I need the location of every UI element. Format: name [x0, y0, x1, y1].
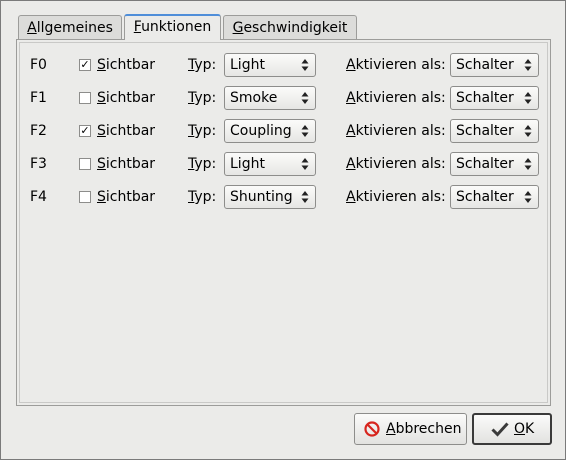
visible-checkbox[interactable]: ✓ — [79, 59, 91, 71]
tab-allgemeines[interactable]: Allgemeines — [18, 15, 122, 39]
updown-arrows-icon — [301, 125, 309, 137]
visible-checkbox[interactable] — [79, 158, 91, 170]
visible-label[interactable]: Sichtbar — [97, 189, 155, 205]
cancel-button[interactable]: Abbrechen — [354, 413, 467, 445]
visible-checkbox[interactable] — [79, 191, 91, 203]
activate-value: Schalter — [456, 123, 514, 139]
updown-arrows-icon — [301, 158, 309, 170]
checkmark-icon: ✓ — [80, 124, 90, 137]
function-id: F4 — [30, 189, 47, 205]
function-id: F2 — [30, 123, 47, 139]
ok-button[interactable]: OK — [472, 413, 552, 445]
type-combobox[interactable]: Smoke — [224, 86, 316, 110]
function-id: F3 — [30, 156, 47, 172]
tab-mnemonic: F — [133, 19, 142, 35]
visible-checkbox[interactable]: ✓ — [79, 125, 91, 137]
function-row-f1: F1 Sichtbar Typ: Smoke Aktivieren als: S… — [1, 86, 566, 112]
checkmark-icon: ✓ — [80, 58, 90, 71]
activate-value: Schalter — [456, 90, 514, 106]
activate-label: Aktivieren als: — [346, 189, 446, 205]
type-label: Typ: — [188, 57, 217, 73]
activate-combobox[interactable]: Schalter — [450, 86, 539, 110]
function-row-f2: F2 ✓ Sichtbar Typ: Coupling Aktivieren a… — [1, 119, 566, 145]
visible-label[interactable]: Sichtbar — [97, 90, 155, 106]
type-label: Typ: — [188, 156, 217, 172]
updown-arrows-icon — [301, 59, 309, 71]
visible-checkbox[interactable] — [79, 92, 91, 104]
cancel-icon — [364, 421, 380, 437]
activate-value: Schalter — [456, 189, 514, 205]
tab-geschwindigkeit[interactable]: Geschwindigkeit — [223, 15, 357, 39]
tab-funktionen[interactable]: Funktionen — [124, 14, 221, 40]
checkmark-icon — [491, 422, 509, 437]
updown-arrows-icon — [524, 125, 532, 137]
type-value: Light — [230, 57, 265, 73]
tab-label: eschwindigkeit — [243, 20, 348, 36]
activate-label: Aktivieren als: — [346, 90, 446, 106]
tab-label: llgemeines — [36, 20, 113, 36]
visible-label[interactable]: Sichtbar — [97, 156, 155, 172]
activate-label: Aktivieren als: — [346, 156, 446, 172]
type-combobox[interactable]: Light — [224, 53, 316, 77]
function-row-f4: F4 Sichtbar Typ: Shunting Aktivieren als… — [1, 185, 566, 211]
activate-combobox[interactable]: Schalter — [450, 152, 539, 176]
activate-label: Aktivieren als: — [346, 57, 446, 73]
updown-arrows-icon — [301, 92, 309, 104]
activate-combobox[interactable]: Schalter — [450, 119, 539, 143]
function-row-f0: F0 ✓ Sichtbar Typ: Light Aktivieren als:… — [1, 53, 566, 79]
type-value: Shunting — [230, 189, 293, 205]
updown-arrows-icon — [301, 191, 309, 203]
tab-mnemonic: A — [27, 20, 37, 36]
updown-arrows-icon — [524, 92, 532, 104]
activate-value: Schalter — [456, 156, 514, 172]
ok-label: OK — [514, 421, 535, 437]
tab-label: unktionen — [141, 19, 212, 35]
function-row-f3: F3 Sichtbar Typ: Light Aktivieren als: S… — [1, 152, 566, 178]
type-combobox[interactable]: Coupling — [224, 119, 316, 143]
activate-combobox[interactable]: Schalter — [450, 185, 539, 209]
type-value: Light — [230, 156, 265, 172]
updown-arrows-icon — [524, 191, 532, 203]
updown-arrows-icon — [524, 158, 532, 170]
updown-arrows-icon — [524, 59, 532, 71]
cancel-label: Abbrechen — [386, 421, 462, 437]
function-id: F0 — [30, 57, 47, 73]
type-value: Smoke — [230, 90, 278, 106]
activate-value: Schalter — [456, 57, 514, 73]
activate-combobox[interactable]: Schalter — [450, 53, 539, 77]
type-label: Typ: — [188, 123, 217, 139]
tab-mnemonic: G — [232, 20, 244, 36]
type-combobox[interactable]: Light — [224, 152, 316, 176]
type-value: Coupling — [230, 123, 292, 139]
dialog-window: Allgemeines Funktionen Geschwindigkeit F… — [0, 0, 566, 460]
visible-label[interactable]: Sichtbar — [97, 57, 155, 73]
function-id: F1 — [30, 90, 47, 106]
activate-label: Aktivieren als: — [346, 123, 446, 139]
type-label: Typ: — [188, 189, 217, 205]
type-combobox[interactable]: Shunting — [224, 185, 316, 209]
visible-label[interactable]: Sichtbar — [97, 123, 155, 139]
type-label: Typ: — [188, 90, 217, 106]
